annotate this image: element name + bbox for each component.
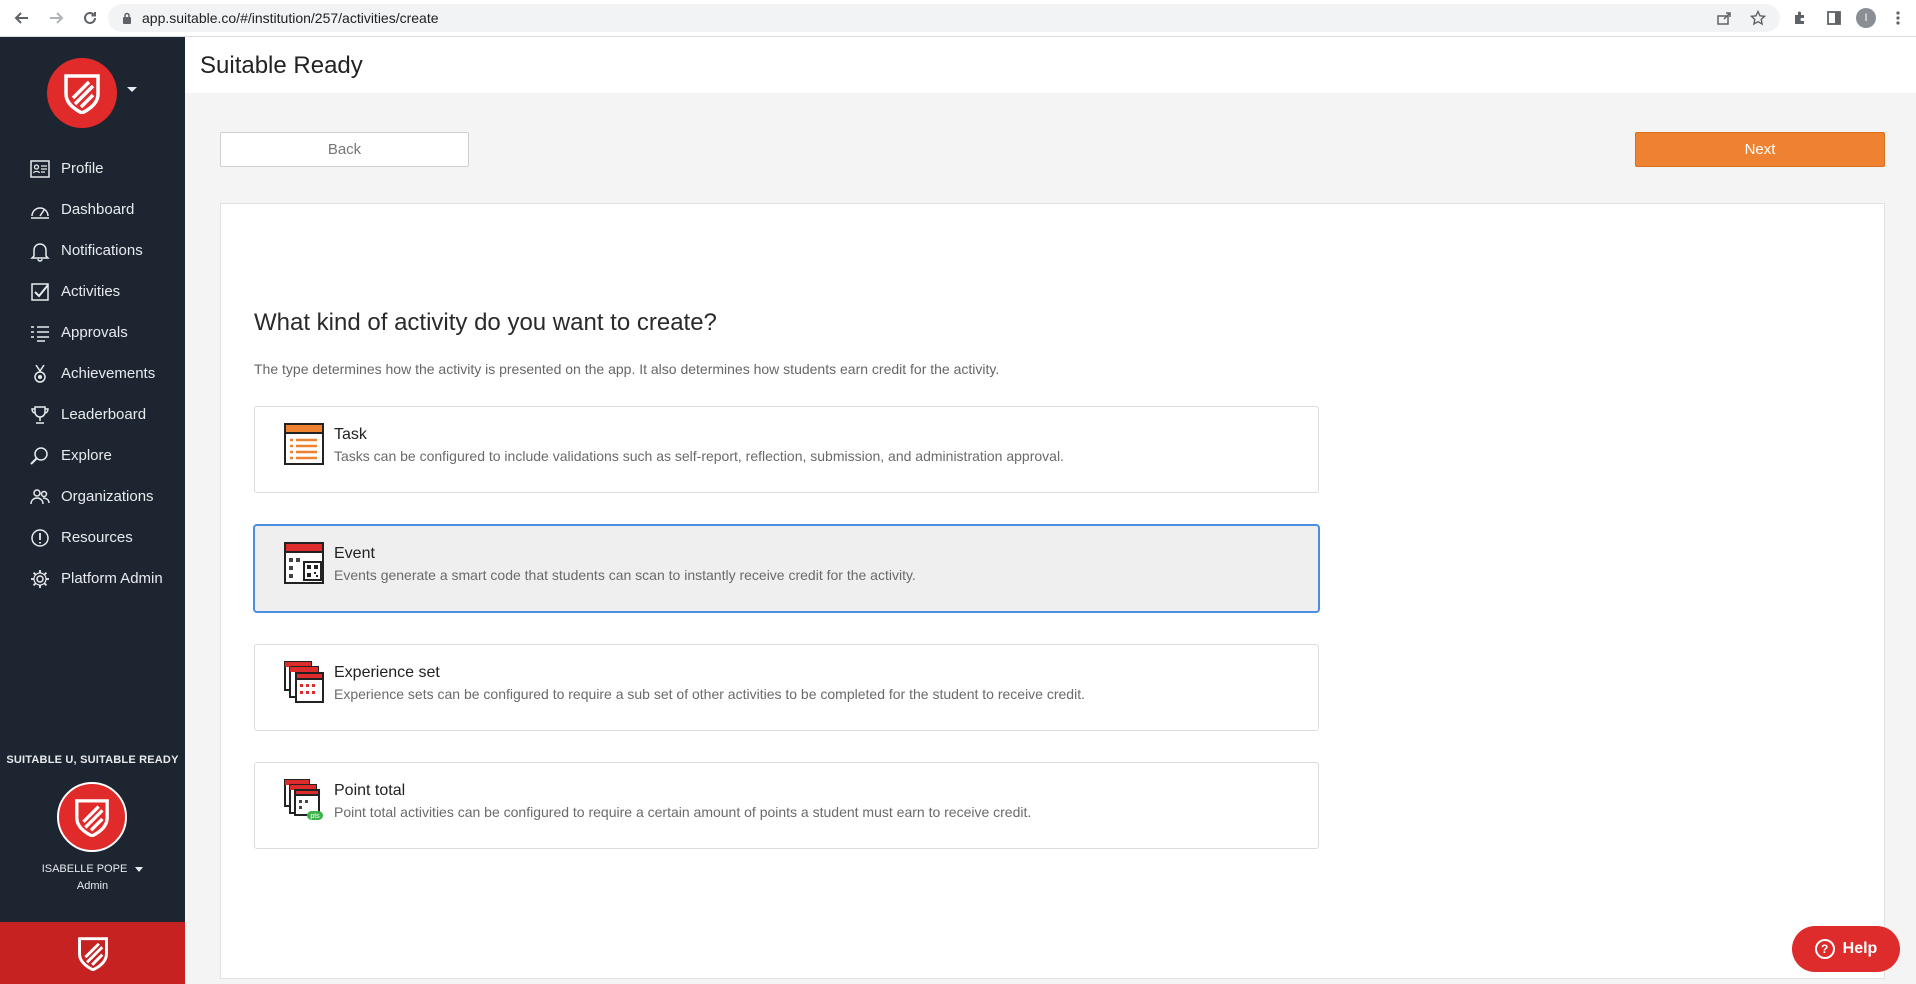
- option-description: Events generate a smart code that studen…: [334, 567, 916, 583]
- sidebar-item-label: Notifications: [61, 242, 143, 259]
- profile-avatar-icon[interactable]: I: [1854, 6, 1878, 30]
- option-description: Point total activities can be configured…: [334, 804, 1032, 820]
- bell-icon: [30, 242, 50, 262]
- profile-card-icon: [30, 159, 50, 178]
- checkbox-icon: [31, 282, 49, 301]
- sidebar-item-organizations[interactable]: Organizations: [0, 476, 185, 517]
- sidebar-item-resources[interactable]: Resources: [0, 517, 185, 558]
- gear-icon: [31, 569, 49, 588]
- extensions-puzzle-icon[interactable]: [1788, 6, 1812, 30]
- sidebar-item-label: Platform Admin: [61, 570, 163, 587]
- browser-toolbar: app.suitable.co/#/institution/257/activi…: [0, 0, 1916, 37]
- back-button[interactable]: Back: [220, 132, 469, 167]
- sidebar-nav: Profile Dashboard Notifications Activiti…: [0, 148, 185, 599]
- option-point-total[interactable]: pts Point total Point total activities c…: [254, 762, 1319, 849]
- list-check-icon: [31, 325, 49, 342]
- user-name: ISABELLE POPE: [41, 863, 128, 875]
- shield-logo-icon: [75, 799, 109, 837]
- option-description: Experience sets can be configured to req…: [334, 686, 1085, 702]
- option-title: Event: [334, 545, 375, 562]
- question-circle-icon: ?: [1814, 939, 1835, 959]
- reload-icon[interactable]: [76, 4, 104, 32]
- address-bar[interactable]: app.suitable.co/#/institution/257/activi…: [108, 4, 1780, 32]
- sidebar-footer-brand: [0, 922, 185, 984]
- sidebar-item-activities[interactable]: Activities: [0, 271, 185, 312]
- sidebar: Profile Dashboard Notifications Activiti…: [0, 37, 185, 984]
- lock-icon: [123, 12, 131, 24]
- option-task[interactable]: Task Tasks can be configured to include …: [254, 406, 1319, 493]
- user-avatar[interactable]: [57, 782, 127, 852]
- user-menu[interactable]: ISABELLE POPE: [0, 863, 185, 875]
- medal-icon: [34, 364, 46, 383]
- sidebar-item-leaderboard[interactable]: Leaderboard: [0, 394, 185, 435]
- option-event[interactable]: Event Events generate a smart code that …: [254, 525, 1319, 612]
- back-arrow-icon[interactable]: [8, 4, 36, 32]
- option-description: Tasks can be configured to include valid…: [334, 448, 1064, 464]
- shield-logo-icon: [64, 74, 100, 114]
- sidebar-item-notifications[interactable]: Notifications: [0, 230, 185, 271]
- option-title: Task: [334, 426, 367, 443]
- forward-arrow-icon[interactable]: [42, 4, 70, 32]
- sidebar-item-explore[interactable]: Explore: [0, 435, 185, 476]
- side-panel-icon[interactable]: [1822, 6, 1846, 30]
- event-qr-icon: [284, 542, 324, 584]
- task-list-icon: [284, 423, 324, 465]
- user-menu-caret-icon: [135, 866, 144, 872]
- help-label: Help: [1842, 940, 1878, 957]
- points-badge-text: pts: [310, 813, 320, 820]
- info-icon: [31, 528, 49, 547]
- option-experience-set[interactable]: Experience set Experience sets can be co…: [254, 644, 1319, 731]
- next-button[interactable]: Next: [1635, 132, 1885, 167]
- option-title: Point total: [334, 782, 406, 799]
- trophy-icon: [31, 405, 49, 424]
- sidebar-item-label: Achievements: [61, 365, 156, 382]
- sidebar-item-approvals[interactable]: Approvals: [0, 312, 185, 353]
- profile-initial: I: [1856, 8, 1876, 28]
- sidebar-item-label: Approvals: [61, 324, 128, 341]
- magnifier-icon: [30, 446, 48, 465]
- sidebar-item-dashboard[interactable]: Dashboard: [0, 189, 185, 230]
- browser-menu-icon[interactable]: [1886, 6, 1910, 30]
- option-title: Experience set: [334, 664, 440, 681]
- brand-logo[interactable]: [47, 58, 117, 128]
- stacked-cards-icon: [284, 661, 324, 703]
- star-icon[interactable]: [1750, 10, 1766, 26]
- app-header: Suitable Ready: [185, 37, 1916, 93]
- question-helptext: The type determines how the activity is …: [254, 361, 1000, 377]
- question-heading: What kind of activity do you want to cre…: [254, 309, 717, 336]
- sidebar-item-profile[interactable]: Profile: [0, 148, 185, 189]
- user-role: Admin: [76, 880, 109, 892]
- dashboard-gauge-icon: [31, 206, 49, 219]
- sidebar-item-label: Profile: [61, 160, 104, 177]
- sidebar-item-label: Explore: [61, 447, 112, 464]
- page-title: Suitable Ready: [200, 52, 363, 79]
- sidebar-item-label: Dashboard: [61, 201, 135, 218]
- sidebar-item-label: Resources: [61, 529, 133, 546]
- sidebar-item-achievements[interactable]: Achievements: [0, 353, 185, 394]
- sidebar-item-label: Organizations: [61, 488, 154, 505]
- sidebar-item-platform-admin[interactable]: Platform Admin: [0, 558, 185, 599]
- help-button[interactable]: ? Help: [1792, 926, 1900, 972]
- url-text: app.suitable.co/#/institution/257/activi…: [142, 10, 439, 26]
- institution-name: SUITABLE U, SUITABLE READY: [6, 754, 179, 766]
- sidebar-item-label: Leaderboard: [61, 406, 147, 423]
- points-stack-icon: pts: [284, 779, 323, 820]
- brand-menu-caret-icon[interactable]: [127, 87, 137, 92]
- people-icon: [30, 488, 50, 504]
- sidebar-item-label: Activities: [61, 283, 121, 300]
- share-icon[interactable]: [1716, 10, 1732, 26]
- shield-logo-icon: [77, 937, 108, 971]
